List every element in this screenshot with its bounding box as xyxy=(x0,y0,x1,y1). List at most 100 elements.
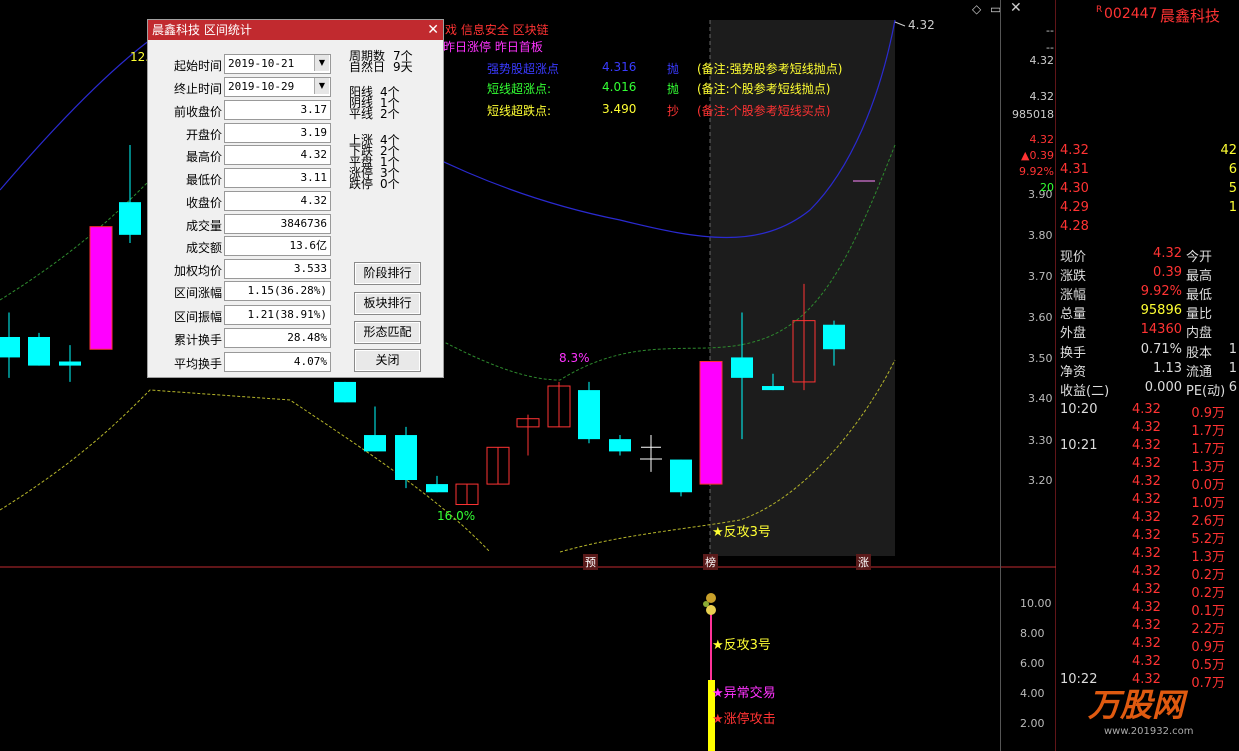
interval-highlight xyxy=(710,20,895,556)
marker-bang[interactable]: 榜 xyxy=(703,554,718,570)
tick-price: 4.32 xyxy=(1132,456,1161,471)
close-button[interactable]: 关闭 xyxy=(354,349,421,372)
vol-tick: 10.00 xyxy=(1020,597,1052,610)
field-label: 前收盘价 xyxy=(173,105,222,119)
signal-note: (备注:个股参考短线抛点) xyxy=(697,82,831,96)
candle-body xyxy=(395,435,417,480)
signal-value: 4.016 xyxy=(602,80,637,94)
field-row: 加权均价 3.533 xyxy=(148,259,331,279)
quote-label: 涨幅 xyxy=(1060,288,1087,303)
vol-tick: 4.00 xyxy=(1020,687,1045,700)
quote-prev: 4.32 xyxy=(1029,90,1055,103)
dialog-title[interactable]: 晨鑫科技 区间统计 xyxy=(148,20,443,40)
candle-body xyxy=(699,361,723,485)
quote-value: 14360 xyxy=(1140,322,1182,337)
field-value[interactable]: 1.15(36.28%) xyxy=(224,281,331,301)
quote-value: 9.92% xyxy=(1140,284,1182,299)
field-label: 起始时间 xyxy=(173,59,222,73)
quote-value: 0.39 xyxy=(1153,265,1182,280)
stock-name: 晨鑫科技 xyxy=(1160,7,1221,25)
tick-vol: 5.2万 xyxy=(1191,532,1225,547)
field-value[interactable]: 28.48% xyxy=(224,328,331,348)
field-value[interactable]: 3.11 xyxy=(224,168,331,188)
field-row: 成交量 3846736 xyxy=(148,214,331,234)
candle-body xyxy=(119,202,141,235)
book-qty: 42 xyxy=(1220,143,1237,158)
quote-label: 最高 xyxy=(1186,269,1213,284)
chevron-down-icon[interactable]: ▼ xyxy=(314,78,329,94)
stage-rank-button[interactable]: 阶段排行 xyxy=(354,262,421,285)
field-label: 收盘价 xyxy=(185,196,222,210)
quote-last: 4.32 xyxy=(1029,133,1055,146)
pct-high-label: 8.3% xyxy=(559,351,590,365)
signal-name: 短线超跌点: xyxy=(487,104,552,118)
quote-pct: 9.92% xyxy=(1019,165,1054,178)
tick-vol: 0.9万 xyxy=(1191,406,1225,421)
price-top-label: 4.32 xyxy=(908,18,935,32)
book-price: 4.30 xyxy=(1060,181,1089,196)
field-value[interactable]: 3.533 xyxy=(224,259,331,279)
book-qty: 5 xyxy=(1228,181,1237,196)
candle-body xyxy=(59,361,81,366)
tick-price: 4.32 xyxy=(1132,618,1161,633)
field-value[interactable]: 4.32 xyxy=(224,191,331,211)
field-row: 区间振幅 1.21(38.91%) xyxy=(148,305,331,325)
field-value[interactable]: 3.17 xyxy=(224,100,331,120)
tick-price: 4.32 xyxy=(1132,600,1161,615)
field-row: 平均换手 4.07% xyxy=(148,352,331,372)
close-icon[interactable]: ✕ xyxy=(1010,0,1022,16)
diamond-icon[interactable]: ◇ xyxy=(972,2,981,16)
field-value[interactable]: 3.19 xyxy=(224,123,331,143)
signal-action: 抄 xyxy=(667,104,680,118)
quote-value: 0.000 xyxy=(1144,380,1182,395)
y-tick: 3.60 xyxy=(1028,311,1053,324)
sector-rank-button[interactable]: 板块排行 xyxy=(354,292,421,315)
pattern-match-button[interactable]: 形态匹配 xyxy=(354,321,421,344)
field-label: 区间涨幅 xyxy=(173,286,222,300)
candle-body xyxy=(334,381,356,403)
tick-vol: 1.7万 xyxy=(1191,424,1225,439)
y-tick: 3.30 xyxy=(1028,434,1053,447)
field-row: 前收盘价 3.17 xyxy=(148,100,331,120)
marker-zhang[interactable]: 涨 xyxy=(856,554,871,570)
quote-value: 1 xyxy=(1228,342,1237,357)
y-tick: 3.20 xyxy=(1028,474,1053,487)
book-price: 4.31 xyxy=(1060,162,1089,177)
vol-tick: 8.00 xyxy=(1020,627,1045,640)
candle-body xyxy=(609,439,631,452)
field-value[interactable]: 1.21(38.91%) xyxy=(224,305,331,325)
tick-price: 4.32 xyxy=(1132,582,1161,597)
field-label: 终止时间 xyxy=(173,82,222,96)
signal-value: 4.316 xyxy=(602,60,637,74)
watermark-url: www.201932.com xyxy=(1104,726,1194,737)
quote-label: 涨跌 xyxy=(1060,269,1087,284)
quote-label: 收益(二) xyxy=(1060,384,1110,399)
y-tick: 3.40 xyxy=(1028,392,1053,405)
quote-value: 4.32 xyxy=(1153,246,1182,261)
field-row: 收盘价 4.32 xyxy=(148,191,331,211)
field-label: 平均换手 xyxy=(173,357,222,371)
tick-vol: 0.9万 xyxy=(1191,640,1225,655)
field-value[interactable]: 4.07% xyxy=(224,352,331,372)
quote-label: 外盘 xyxy=(1060,326,1087,341)
close-icon[interactable]: ✕ xyxy=(427,20,439,40)
tick-price: 4.32 xyxy=(1132,528,1161,543)
quote-value: 95896 xyxy=(1140,303,1182,318)
marker-yu[interactable]: 预 xyxy=(583,554,598,570)
field-row: 开盘价 3.19 xyxy=(148,123,331,143)
fangong-label: ★反攻3号 xyxy=(712,525,771,540)
field-value[interactable]: 13.6亿 xyxy=(224,236,331,256)
signal-value: 3.490 xyxy=(602,102,637,116)
field-label: 开盘价 xyxy=(185,128,222,142)
field-value[interactable]: 3846736 xyxy=(224,214,331,234)
interval-stats-dialog[interactable]: 晨鑫科技 区间统计 ✕ 起始时间 2019-10-21 ▼ 终止时间 2019-10-2… xyxy=(147,19,444,378)
field-value[interactable]: 4.32 xyxy=(224,145,331,165)
book-price: 4.29 xyxy=(1060,200,1089,215)
chevron-down-icon[interactable]: ▼ xyxy=(314,55,329,71)
signal-note: (备注:个股参考短线买点) xyxy=(697,104,831,118)
signal-name: 强势股超涨点 xyxy=(487,62,560,76)
limit-tags: 昨日涨停 昨日首板 xyxy=(443,40,543,54)
field-row: 最高价 4.32 xyxy=(148,145,331,165)
book-price: 4.32 xyxy=(1060,143,1089,158)
quote-value: 1 xyxy=(1228,361,1237,376)
